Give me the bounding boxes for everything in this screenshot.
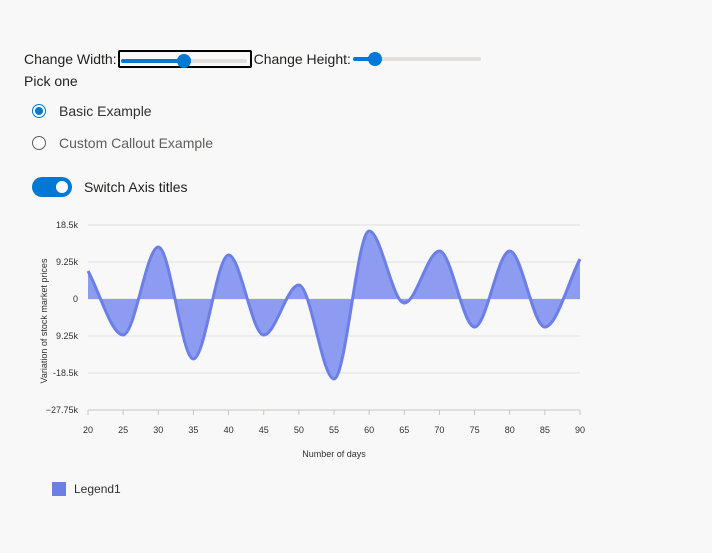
page-root: Change Width: Change Height: Pick one Ba…	[0, 0, 712, 553]
y-tick-label: 0	[73, 294, 78, 304]
y-tick-label: 18.5k	[56, 220, 79, 230]
x-tick-label: 20	[83, 425, 93, 435]
x-tick-label: 45	[259, 425, 269, 435]
y-tick-label: 9.25k	[56, 257, 79, 267]
x-axis-title: Number of days	[302, 449, 366, 459]
x-tick-label: 55	[329, 425, 339, 435]
x-tick-label: 35	[188, 425, 198, 435]
x-tick-label: 50	[294, 425, 304, 435]
x-tick-label: 70	[434, 425, 444, 435]
legend-label: Legend1	[74, 482, 121, 496]
chart-area-series	[86, 229, 582, 381]
y-tick-label: -18.5k	[53, 368, 79, 378]
area-chart: 18.5k 9.25k 0 9.25k -18.5k −27.75k 20 25 30 35 40 4…	[39, 220, 585, 459]
x-tick-label: 30	[153, 425, 163, 435]
chart-legend[interactable]: Legend1	[52, 482, 121, 496]
x-tick-label: 65	[399, 425, 409, 435]
legend-swatch-icon	[52, 482, 66, 496]
x-tick-label: 75	[470, 425, 480, 435]
x-tick-label: 80	[505, 425, 515, 435]
x-tick-label: 60	[364, 425, 374, 435]
y-axis-title: Variation of stock market prices	[39, 258, 49, 383]
x-tick-label: 85	[540, 425, 550, 435]
y-tick-label: 9.25k	[56, 331, 79, 341]
x-tick-label: 25	[118, 425, 128, 435]
y-tick-label: −27.75k	[46, 405, 79, 415]
x-tick-label: 40	[224, 425, 234, 435]
x-tick-label: 90	[575, 425, 585, 435]
